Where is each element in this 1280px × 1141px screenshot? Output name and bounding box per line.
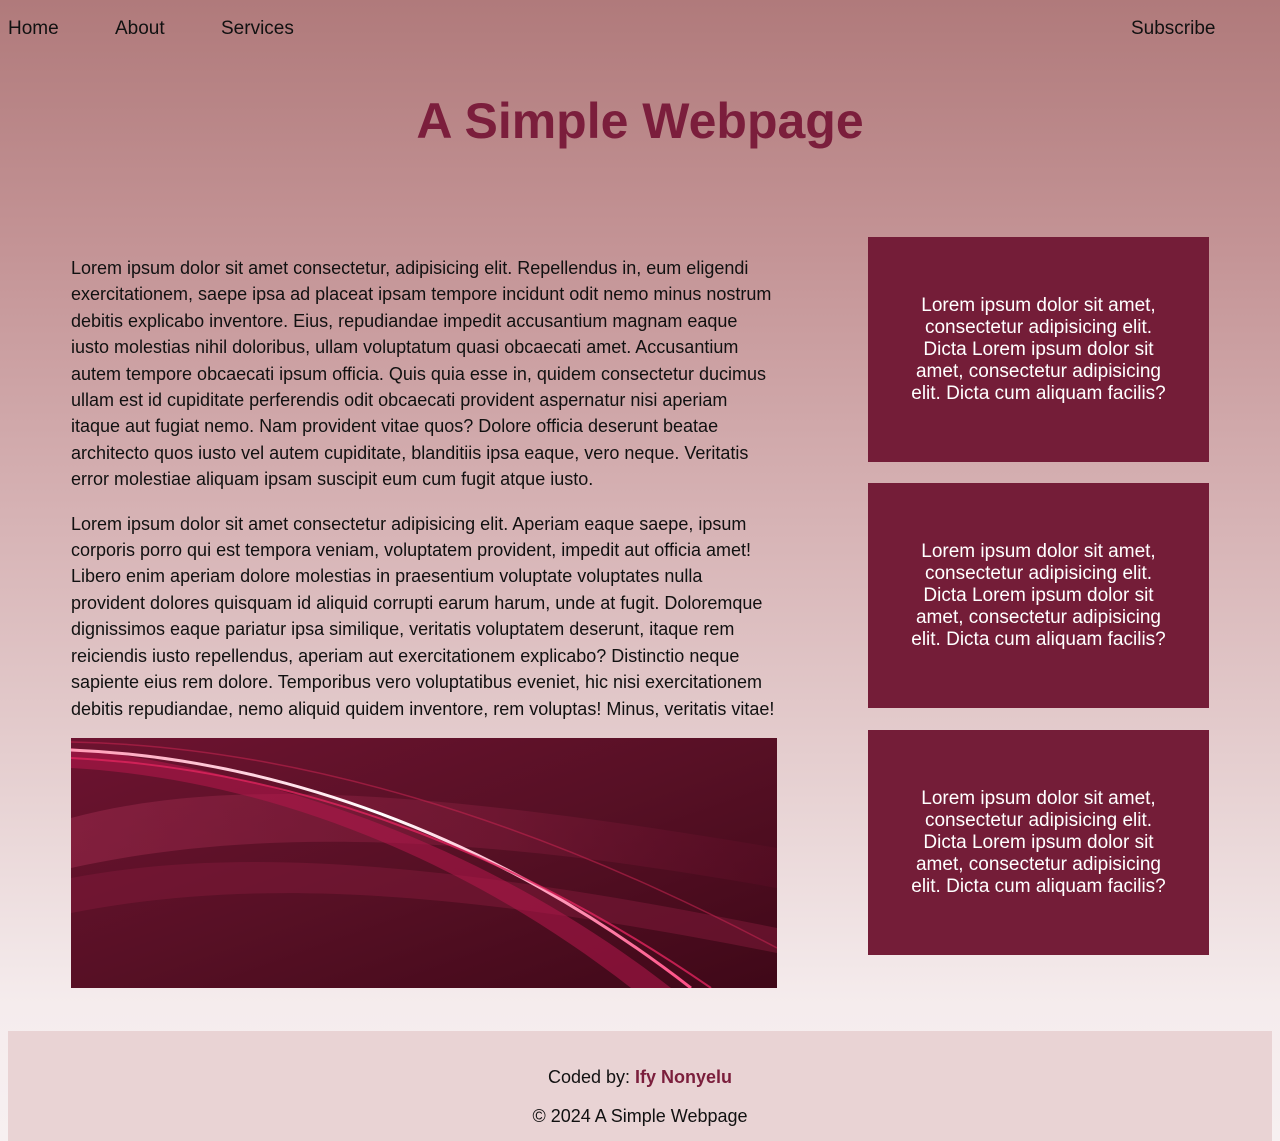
- info-card-text: Lorem ipsum dolor sit amet, consectetur …: [911, 294, 1166, 404]
- main-paragraph: Lorem ipsum dolor sit amet consectetur a…: [71, 513, 775, 719]
- page-title: A Simple Webpage: [416, 93, 864, 149]
- main-content: Lorem ipsum dolor sit amet consectetur, …: [71, 255, 777, 740]
- info-card: Lorem ipsum dolor sit amet, consectetur …: [868, 237, 1209, 462]
- hero-image: [71, 738, 777, 988]
- info-card-text: Lorem ipsum dolor sit amet, consectetur …: [911, 540, 1166, 650]
- info-card-text: Lorem ipsum dolor sit amet, consectetur …: [911, 787, 1166, 897]
- info-card: Lorem ipsum dolor sit amet, consectetur …: [868, 483, 1209, 708]
- author-name: Ify Nonyelu: [635, 1067, 733, 1087]
- top-nav: Home About Services Subscribe: [0, 0, 1280, 58]
- footer-credit: Coded by: Ify Nonyelu: [8, 1066, 1272, 1088]
- info-card: Lorem ipsum dolor sit amet, consectetur …: [868, 730, 1209, 955]
- nav-link-about[interactable]: About: [115, 18, 165, 40]
- coded-by-label: Coded by:: [547, 1067, 636, 1087]
- nav-link-subscribe[interactable]: Subscribe: [1131, 18, 1216, 40]
- copyright-text: © 2024 A Simple Webpage: [532, 1106, 748, 1126]
- abstract-wave-image: [71, 738, 777, 988]
- footer: Coded by: Ify Nonyelu © 2024 A Simple We…: [8, 1031, 1272, 1141]
- nav-link-home[interactable]: Home: [8, 18, 59, 40]
- main-paragraph: Lorem ipsum dolor sit amet consectetur, …: [71, 258, 772, 490]
- nav-link-services[interactable]: Services: [221, 18, 294, 40]
